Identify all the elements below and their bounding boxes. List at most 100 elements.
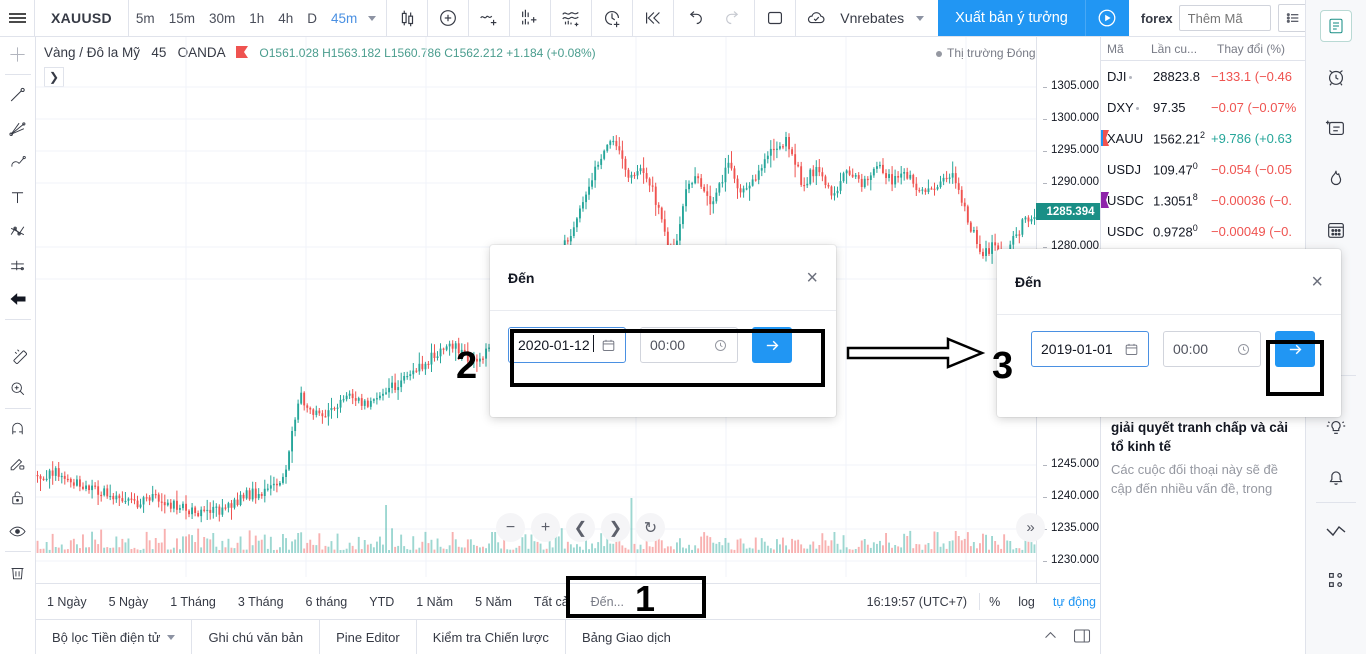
chart-controls: − + ❮ ❯ ↻ xyxy=(496,513,665,542)
publish-idea-button[interactable]: Xuất bản ý tưởng xyxy=(938,0,1085,36)
watchlist-rows: DJI28823.8−133.1 (−0.46DXY97.35−0.07 (−0… xyxy=(1101,61,1305,278)
magnet-icon[interactable] xyxy=(0,412,36,446)
range-1d[interactable]: 1 Ngày xyxy=(36,595,98,609)
hamburger-icon[interactable] xyxy=(0,0,34,36)
watchlist-last: 1.30518 xyxy=(1153,192,1211,208)
crosshair-icon[interactable] xyxy=(0,37,36,71)
text-icon[interactable] xyxy=(0,180,36,214)
watchlist-row[interactable]: USDJ109.470−0.054 (−0.05 xyxy=(1101,154,1305,185)
apps-icon[interactable] xyxy=(1306,554,1366,605)
watchlist-row[interactable]: USDC0.97280−0.00049 (−0. xyxy=(1101,216,1305,247)
auto-scale-button[interactable]: tự động xyxy=(1044,595,1105,609)
resolution-4h[interactable]: 4h xyxy=(271,0,300,36)
watchlist-tag[interactable]: forex xyxy=(1129,0,1179,36)
calendar-icon[interactable] xyxy=(1306,204,1366,255)
replay-icon[interactable] xyxy=(633,0,673,36)
bars-compare-icon[interactable] xyxy=(510,0,550,36)
range-1y[interactable]: 1 Năm xyxy=(405,595,464,609)
close-icon[interactable]: × xyxy=(1311,272,1323,292)
tab-text-notes[interactable]: Ghi chú văn bản xyxy=(192,620,320,654)
dialog-title: Đến xyxy=(1015,274,1041,290)
dialog-title: Đến xyxy=(508,270,534,286)
tab-trading-panel[interactable]: Bảng Giao dịch xyxy=(566,620,687,654)
watchlist-last: 97.35 xyxy=(1153,100,1211,115)
reset-icon[interactable]: ↻ xyxy=(636,513,665,542)
resolution-1h[interactable]: 1h xyxy=(242,0,271,36)
watchlist-change: −0.00036 (−0. xyxy=(1211,193,1305,208)
panel-icon[interactable] xyxy=(1073,628,1091,647)
range-1m[interactable]: 1 Tháng xyxy=(159,595,227,609)
notifications-icon[interactable] xyxy=(1306,451,1366,502)
watchlist-row[interactable]: DJI28823.8−133.1 (−0.46 xyxy=(1101,61,1305,92)
layout-name-label[interactable]: Vnrebates xyxy=(836,0,914,36)
resolution-5m[interactable]: 5m xyxy=(129,0,162,36)
percent-scale-button[interactable]: % xyxy=(980,595,1009,609)
eye-icon[interactable] xyxy=(0,514,36,548)
range-6m[interactable]: 6 tháng xyxy=(295,595,359,609)
highlight-box-step2 xyxy=(510,329,825,387)
play-circle-icon[interactable] xyxy=(1085,0,1129,36)
log-scale-button[interactable]: log xyxy=(1009,595,1044,609)
cloud-save-icon[interactable] xyxy=(796,0,836,36)
scroll-to-realtime-icon[interactable]: » xyxy=(1016,513,1045,542)
price-tick: 1235.000 xyxy=(1051,522,1099,534)
time-input[interactable]: 00:00 xyxy=(1163,331,1261,367)
fib-fan-icon[interactable] xyxy=(0,112,36,146)
price-tick: 1290.000 xyxy=(1051,176,1099,188)
arrow-left-icon[interactable] xyxy=(0,282,36,316)
range-ytd[interactable]: YTD xyxy=(358,595,405,609)
trash-icon[interactable] xyxy=(0,555,36,589)
chevron-up-icon[interactable] xyxy=(1042,627,1059,647)
pattern-xabcd-icon[interactable] xyxy=(0,214,36,248)
annotation-step1: 1 xyxy=(635,578,655,620)
zoom-in-icon[interactable]: + xyxy=(531,513,560,542)
layout-menu-button[interactable] xyxy=(914,0,938,36)
watchlist-row[interactable]: DXY97.35−0.07 (−0.07% xyxy=(1101,92,1305,123)
indicator-add-icon[interactable] xyxy=(428,0,468,36)
zoom-out-icon[interactable]: − xyxy=(496,513,525,542)
resolution-30m[interactable]: 30m xyxy=(202,0,242,36)
resolution-active[interactable]: 45m xyxy=(324,0,364,36)
add-symbol-input[interactable] xyxy=(1179,5,1271,31)
scroll-left-icon[interactable]: ❮ xyxy=(566,513,595,542)
hotlist-icon[interactable] xyxy=(1306,153,1366,204)
alert-add-icon[interactable] xyxy=(592,0,632,36)
zoom-in-icon[interactable] xyxy=(0,371,36,405)
time-value: 00:00 xyxy=(1173,341,1208,357)
watchlist-row[interactable]: USDC1.30518−0.00036 (−0. xyxy=(1101,185,1305,216)
watchlist-row[interactable]: XAUU1562.212+9.786 (+0.63 xyxy=(1101,123,1305,154)
lock-icon[interactable] xyxy=(0,480,36,514)
undo-icon[interactable] xyxy=(674,0,714,36)
candlestick-style-icon[interactable] xyxy=(387,0,427,36)
watchlist-symbol: USDC xyxy=(1107,193,1153,208)
resolution-dropdown-button[interactable] xyxy=(364,0,386,36)
scroll-right-icon[interactable]: ❯ xyxy=(601,513,630,542)
alarm-clock-icon[interactable] xyxy=(1306,51,1366,102)
symbol-search-button[interactable]: XAUUSD xyxy=(35,0,128,36)
trend-line-icon[interactable] xyxy=(0,78,36,112)
ruler-icon[interactable] xyxy=(0,337,36,371)
forecast-icon[interactable] xyxy=(0,248,36,282)
chart-clock: 16:19:57 (UTC+7) xyxy=(867,595,979,609)
layout-icon[interactable] xyxy=(755,0,795,36)
range-5d[interactable]: 5 Ngày xyxy=(98,595,160,609)
list-icon[interactable] xyxy=(1278,4,1308,32)
chat-icon[interactable] xyxy=(1306,503,1366,554)
indicator-template-icon[interactable] xyxy=(551,0,591,36)
date-value: 2019-01-01 xyxy=(1041,341,1113,357)
tab-crypto-screener[interactable]: Bộ lọc Tiền điện tử xyxy=(36,620,192,654)
range-5y[interactable]: 5 Năm xyxy=(464,595,523,609)
pattern-icon[interactable] xyxy=(469,0,509,36)
date-input[interactable]: 2019-01-01 xyxy=(1031,331,1149,367)
drawing-mode-icon[interactable] xyxy=(0,446,36,480)
close-icon[interactable]: × xyxy=(806,268,818,288)
tab-strategy-tester[interactable]: Kiểm tra Chiến lược xyxy=(417,620,566,654)
watchlist-icon[interactable] xyxy=(1306,0,1366,51)
resolution-d[interactable]: D xyxy=(300,0,324,36)
tab-pine-editor[interactable]: Pine Editor xyxy=(320,620,417,654)
redo-icon[interactable] xyxy=(714,0,754,36)
notes-icon[interactable] xyxy=(1306,102,1366,153)
pitchfork-icon[interactable] xyxy=(0,146,36,180)
range-3m[interactable]: 3 Tháng xyxy=(227,595,295,609)
resolution-15m[interactable]: 15m xyxy=(162,0,202,36)
